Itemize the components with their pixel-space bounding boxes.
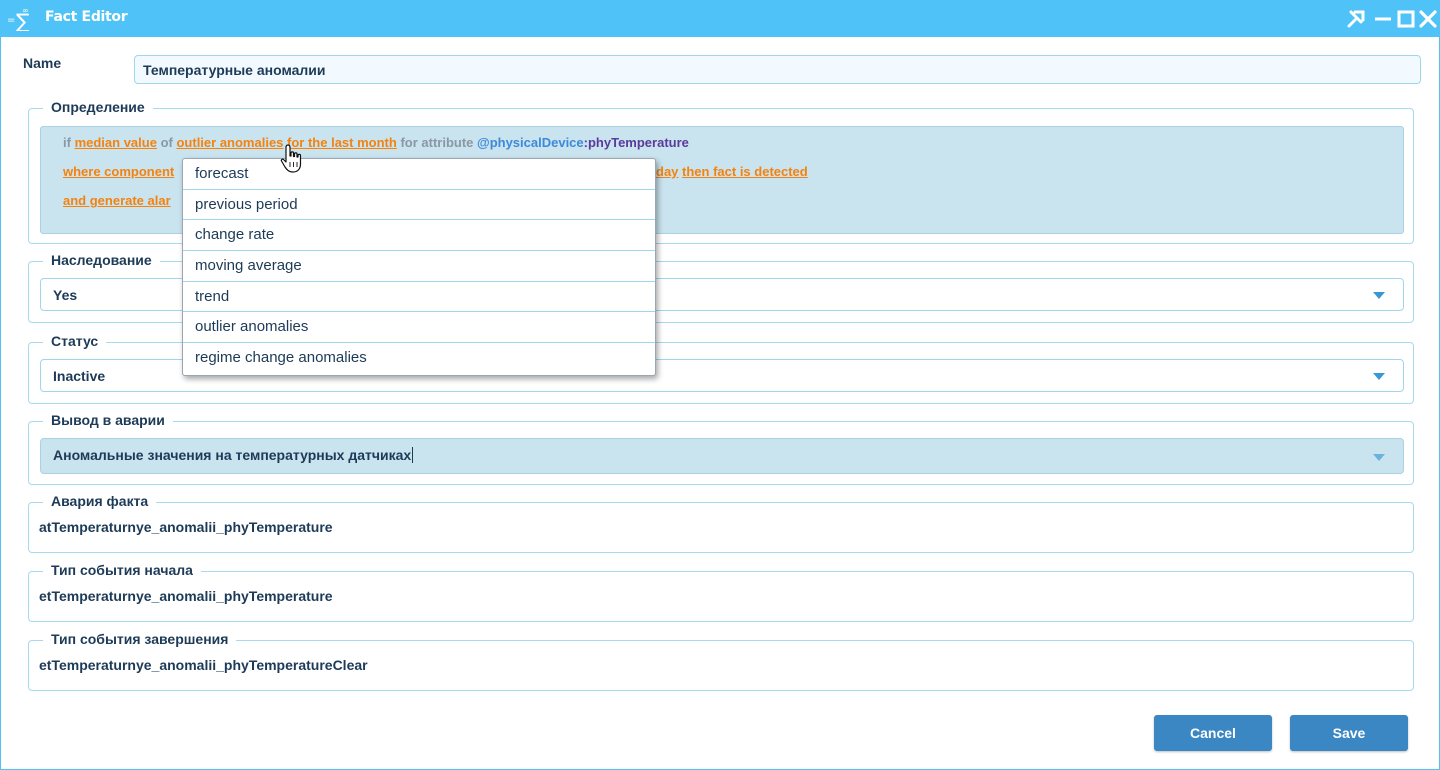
hand-cursor-icon bbox=[280, 144, 302, 173]
keyword-of: of bbox=[160, 135, 173, 150]
definition-legend: Определение bbox=[43, 98, 153, 116]
dropdown-item-outlier-anomalies[interactable]: outlier anomalies bbox=[183, 312, 655, 344]
attribute-reference[interactable]: phyTemperature bbox=[588, 135, 689, 150]
status-value: Inactive bbox=[53, 368, 106, 384]
definition-line-3: and generate alar bbox=[63, 193, 171, 208]
start-event-group: Тип события начала etTemperaturnye_anoma… bbox=[28, 561, 1414, 622]
dropdown-item-change-rate[interactable]: change rate bbox=[183, 220, 655, 252]
end-event-group: Тип события завершения etTemperaturnye_a… bbox=[28, 630, 1414, 691]
chevron-down-icon bbox=[1373, 292, 1385, 299]
maximize-icon[interactable] bbox=[1395, 8, 1417, 30]
dropdown-item-moving-average[interactable]: moving average bbox=[183, 251, 655, 282]
definition-line-2-tail: day then fact is detected bbox=[656, 164, 808, 179]
fact-alarm-value: atTemperaturnye_anomalii_phyTemperature bbox=[39, 519, 333, 535]
then-detected-link[interactable]: then fact is detected bbox=[682, 164, 808, 179]
sum-icon: = ∑ ∞ bbox=[7, 6, 30, 31]
text-caret bbox=[412, 447, 414, 463]
dropdown-item-forecast[interactable]: forecast bbox=[183, 159, 655, 190]
generate-alarm-link[interactable]: and generate alar bbox=[63, 193, 171, 208]
outlier-anomalies-link[interactable]: outlier anomalies bbox=[176, 135, 283, 150]
name-label: Name bbox=[23, 55, 62, 71]
median-value-link[interactable]: median value bbox=[75, 135, 157, 150]
fact-alarm-group: Авария факта atTemperaturnye_anomalii_ph… bbox=[28, 492, 1414, 553]
title-bar[interactable]: = ∑ ∞ Fact Editor bbox=[1, 0, 1440, 37]
where-component-link[interactable]: where component bbox=[63, 164, 174, 179]
start-event-value: etTemperaturnye_anomalii_phyTemperature bbox=[39, 588, 333, 604]
alarm-output-value: Аномальные значения на температурных дат… bbox=[53, 447, 412, 463]
status-legend: Статус bbox=[43, 332, 107, 350]
chevron-down-icon bbox=[1373, 454, 1385, 461]
keyword-for-attribute: for attribute bbox=[400, 135, 474, 150]
minimize-icon[interactable] bbox=[1372, 8, 1394, 30]
pin-icon[interactable] bbox=[1345, 8, 1367, 30]
alarm-output-select[interactable]: Аномальные значения на температурных дат… bbox=[40, 438, 1404, 474]
end-event-legend: Тип события завершения bbox=[43, 630, 237, 648]
start-event-legend: Тип события начала bbox=[43, 561, 201, 579]
fact-alarm-legend: Авария факта bbox=[43, 492, 157, 510]
fact-editor-window: = ∑ ∞ Fact Editor Name Температурные ано… bbox=[0, 0, 1440, 770]
save-button[interactable]: Save bbox=[1290, 715, 1408, 751]
dropdown-item-previous-period[interactable]: previous period bbox=[183, 190, 655, 221]
cancel-button[interactable]: Cancel bbox=[1154, 715, 1272, 751]
end-event-value: etTemperaturnye_anomalii_phyTemperatureC… bbox=[39, 657, 368, 673]
alarm-output-legend: Вывод в аварии bbox=[43, 411, 173, 429]
inheritance-legend: Наследование bbox=[43, 251, 160, 269]
window-title: Fact Editor bbox=[45, 9, 128, 25]
close-icon[interactable] bbox=[1417, 8, 1439, 30]
definition-line-2: where component bbox=[63, 164, 174, 179]
keyword-if: if bbox=[63, 135, 71, 150]
aggregation-dropdown: forecast previous period change rate mov… bbox=[182, 158, 656, 376]
svg-text:∞: ∞ bbox=[22, 6, 29, 15]
chevron-down-icon bbox=[1373, 373, 1385, 380]
name-input[interactable]: Температурные аномалии bbox=[134, 55, 1421, 84]
dropdown-item-trend[interactable]: trend bbox=[183, 282, 655, 313]
svg-text:=: = bbox=[7, 15, 15, 26]
definition-line-1: if median value of outlier anomalies for… bbox=[63, 135, 689, 150]
device-reference[interactable]: @physicalDevice bbox=[477, 135, 584, 150]
day-link[interactable]: day bbox=[656, 164, 678, 179]
dropdown-item-regime-change-anomalies[interactable]: regime change anomalies bbox=[183, 343, 655, 374]
alarm-output-group: Вывод в аварии Аномальные значения на те… bbox=[28, 411, 1414, 485]
inheritance-value: Yes bbox=[53, 287, 78, 303]
